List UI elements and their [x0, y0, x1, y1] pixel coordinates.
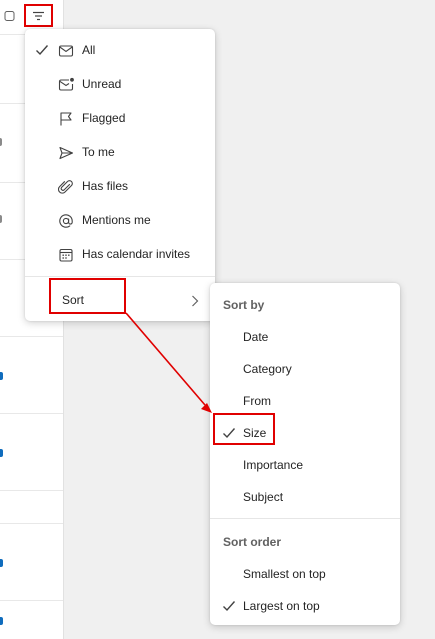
menu-divider: [210, 518, 400, 519]
size-highlight-box: [213, 413, 275, 445]
filter-item-label: Has files: [82, 179, 129, 193]
list-item[interactable]: [0, 601, 63, 639]
sort-order-largest-on-top[interactable]: Largest on top: [210, 590, 400, 622]
filter-item-flagged[interactable]: Flagged: [25, 101, 215, 135]
unread-marker: [0, 449, 3, 457]
unread-marker: [0, 559, 3, 567]
sort-option-label: From: [243, 394, 271, 408]
sort-option-category[interactable]: Category: [210, 353, 400, 385]
sort-order-smallest-on-top[interactable]: Smallest on top: [210, 558, 400, 590]
send-icon: [59, 146, 74, 160]
filter-item-label: All: [82, 43, 96, 57]
list-item[interactable]: [0, 491, 63, 524]
sort-option-label: Smallest on top: [243, 567, 326, 581]
sort-highlight-box: [49, 278, 126, 314]
mail-icon: [58, 45, 74, 57]
checkmark-icon: [223, 601, 236, 612]
filter-item-label: To me: [82, 145, 115, 159]
sort-order-heading: Sort order: [223, 535, 282, 549]
paperclip-icon: [58, 180, 73, 194]
filter-item-unread[interactable]: Unread: [25, 67, 215, 101]
menu-divider: [25, 276, 215, 277]
checkmark-icon: [36, 45, 49, 56]
sort-option-date[interactable]: Date: [210, 321, 400, 353]
sort-option-label: Importance: [243, 458, 304, 472]
calendar-icon: [59, 248, 73, 262]
filter-item-mentions-me[interactable]: Mentions me: [25, 203, 215, 237]
sort-option-label: Subject: [243, 490, 284, 504]
chevron-right-icon: [192, 295, 199, 307]
filter-item-label: Has calendar invites: [82, 247, 191, 261]
at-mention-icon: [59, 214, 73, 228]
sort-option-label: Date: [243, 330, 269, 344]
filter-button[interactable]: [24, 4, 53, 27]
sort-option-label: Largest on top: [243, 599, 320, 613]
list-item[interactable]: [0, 524, 63, 601]
sort-option-importance[interactable]: Importance: [210, 449, 400, 481]
row-marker: [0, 215, 2, 223]
list-item[interactable]: [0, 337, 63, 414]
filter-item-has-calendar-invites[interactable]: Has calendar invites: [25, 237, 215, 271]
filter-item-label: Unread: [82, 77, 122, 91]
flag-icon: [60, 112, 72, 126]
list-item[interactable]: [0, 414, 63, 491]
filter-icon: [33, 11, 44, 20]
filter-item-to-me[interactable]: To me: [25, 135, 215, 169]
unread-marker: [0, 617, 3, 625]
select-all-icon[interactable]: [4, 10, 16, 22]
filter-item-all[interactable]: All: [25, 33, 215, 67]
sort-option-subject[interactable]: Subject: [210, 481, 400, 513]
filter-item-label: Mentions me: [82, 213, 151, 227]
filter-item-label: Flagged: [82, 111, 126, 125]
sort-submenu: Sort by Date Category From Size Importan…: [210, 283, 400, 625]
filter-item-has-files[interactable]: Has files: [25, 169, 215, 203]
row-marker: [0, 138, 2, 146]
sort-option-label: Category: [243, 362, 292, 376]
unread-marker: [0, 372, 3, 380]
sort-by-heading: Sort by: [223, 298, 265, 312]
mail-unread-icon: [58, 77, 74, 91]
